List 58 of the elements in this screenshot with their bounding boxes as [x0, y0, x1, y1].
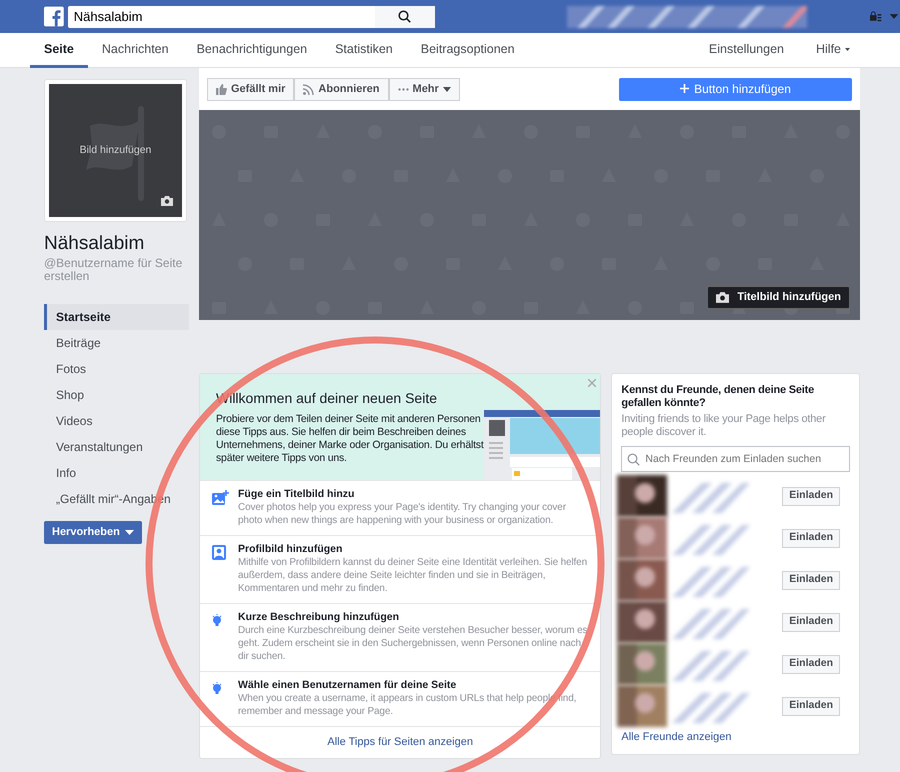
feed-icon — [303, 84, 314, 94]
light-bulb-icon — [212, 682, 222, 696]
sidebar-item[interactable]: Videos — [44, 408, 189, 434]
page-tab[interactable]: Einstellungen — [690, 33, 798, 68]
like-button[interactable]: Gefällt mir — [207, 78, 294, 100]
caret-icon — [442, 86, 451, 92]
follow-button[interactable]: Abonnieren — [294, 78, 389, 100]
camera-icon — [716, 292, 730, 303]
page-tab[interactable]: Hilfe — [798, 33, 864, 68]
invite-button[interactable]: Einladen — [782, 654, 840, 674]
sidebar-item[interactable]: Veranstaltungen — [44, 434, 189, 460]
page-tab[interactable]: Seite — [30, 33, 88, 68]
all-friends-link[interactable]: Alle Freunde anzeigen — [621, 729, 732, 746]
sidebar-item[interactable]: Shop — [44, 382, 189, 408]
more-button[interactable]: Mehr — [388, 78, 460, 100]
add-button[interactable]: Button hinzufügen — [619, 78, 852, 100]
invite-button[interactable]: Einladen — [782, 528, 840, 548]
light-bulb-icon — [212, 614, 222, 628]
search-icon — [398, 10, 412, 23]
invite-button[interactable]: Einladen — [782, 612, 840, 632]
caret-icon — [125, 530, 134, 535]
profile-picture-placeholder[interactable]: Bild hinzufügen — [44, 79, 187, 222]
more-icon — [398, 88, 409, 90]
friend-search-field[interactable]: Nach Freunden zum Einladen suchen — [621, 446, 850, 472]
tip-text: Mithilfe von Profilbildern kannst du deiner Seite eine Identität verleihen. Sie helfen außerdem, dass andere deine Seite leichter finden und sie in Beiträgen, Kommentaren und mehr zu finden. — [238, 556, 588, 595]
tip-title: Profilbild hinzufügen — [238, 543, 344, 556]
invite-text: Inviting friends to like your Page helps other people discover it. — [621, 413, 827, 439]
tip-title: Kurze Beschreibung hinzufügen — [238, 611, 400, 624]
invite-button[interactable]: Einladen — [782, 486, 840, 506]
thumbs-up-icon — [216, 84, 227, 94]
page-tab[interactable]: Statistiken — [321, 33, 407, 68]
camera-icon[interactable] — [161, 196, 173, 206]
search-field[interactable]: Nähsalabim — [68, 6, 375, 28]
plus-icon — [680, 84, 690, 93]
page-name: Nähsalabim — [44, 233, 146, 255]
invite-title: Kennst du Freunde, denen deine Seite gefallen könnte? — [621, 384, 816, 410]
page-tab[interactable]: Beitragsoptionen — [406, 33, 529, 68]
tip-text: Cover photos help you express your Page's identity. Try changing your cover photo when new things are happening with your business or organization. — [238, 501, 567, 527]
sidebar-item[interactable]: Startseite — [44, 304, 189, 330]
add-picture-label: Bild hinzufügen — [80, 142, 152, 158]
invite-button[interactable]: Einladen — [782, 696, 840, 716]
page-tab[interactable]: Nachrichten — [88, 33, 183, 68]
search-button[interactable] — [374, 6, 435, 28]
add-photo-icon — [212, 490, 229, 506]
sidebar-item[interactable]: Info — [44, 460, 189, 486]
all-tips-link[interactable]: Alle Tipps für Seiten anzeigen — [321, 733, 479, 752]
profile-picture-icon — [212, 545, 226, 560]
tip-title: Füge ein Titelbild hinzu — [238, 488, 356, 501]
account-menu-icon[interactable] — [870, 10, 900, 22]
invite-button[interactable]: Einladen — [782, 570, 840, 590]
sidebar-item[interactable]: Fotos — [44, 356, 189, 382]
promote-button[interactable]: Hervorheben — [44, 521, 142, 544]
facebook-logo-icon[interactable] — [44, 6, 64, 27]
add-cover-photo-button[interactable]: Titelbild hinzufügen — [707, 286, 850, 309]
tip-title: Wähle einen Benutzernamen für deine Seite — [238, 679, 458, 692]
page-tab[interactable]: Benachrichtigungen — [182, 33, 322, 68]
sidebar-item[interactable]: Beiträge — [44, 330, 189, 356]
welcome-text: Probiere vor dem Teilen deiner Seite mit anderen Personen diese Tipps aus. Sie helfen dir beim Beschreiben deines Unternehmens, deiner Marke oder Organisation. Du erhältst später weitere Tipps von uns. — [216, 413, 485, 465]
